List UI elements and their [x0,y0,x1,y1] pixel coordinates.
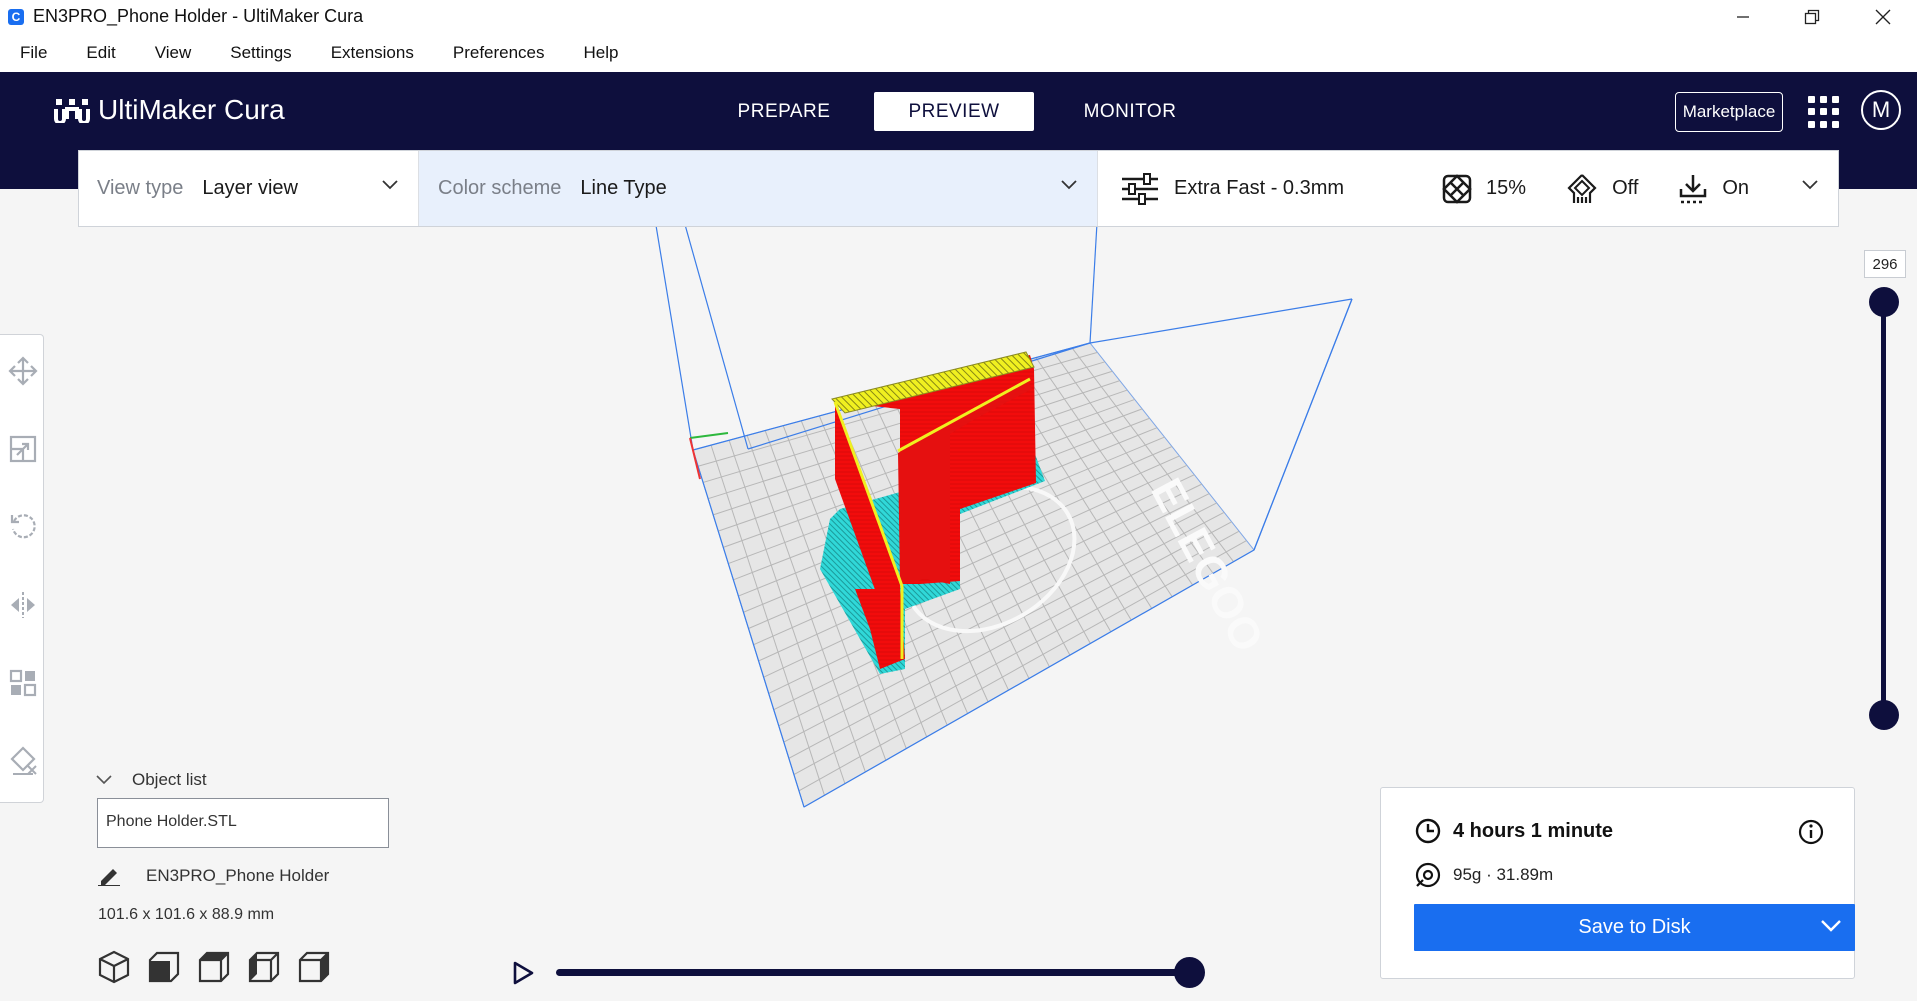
object-list-toggle[interactable]: Object list [96,770,207,790]
spool-icon [1415,862,1441,888]
ultimaker-logo-icon [54,99,90,123]
menu-preferences[interactable]: Preferences [453,43,545,63]
infill-icon [1442,173,1472,204]
menu-file[interactable]: File [20,43,47,63]
color-scheme-value: Line Type [580,177,667,199]
profile-value: Extra Fast - 0.3mm [1174,177,1345,199]
adhesion-icon [1680,174,1707,203]
chevron-down-icon [1061,180,1077,190]
print-settings-selector[interactable]: Extra Fast - 0.3mm 15% Off On [1098,151,1838,226]
window-title: EN3PRO_Phone Holder - UltiMaker Cura [33,6,364,26]
scale-icon[interactable] [8,434,38,464]
view-type-value: Layer view [202,177,298,199]
view-toolbar: View type Layer view Color scheme Line T… [78,150,1839,227]
clock-icon [1415,818,1441,844]
material-usage-row: 95g · 31.89m [1415,862,1553,888]
material-usage: 95g · 31.89m [1453,865,1554,884]
object-list-item[interactable]: Phone Holder.STL [97,798,389,848]
adhesion-value: On [1722,177,1750,199]
menu-help[interactable]: Help [584,43,619,63]
layer-slider-bottom-handle[interactable] [1869,700,1899,730]
job-name-row[interactable]: EN3PRO_Phone Holder [98,866,329,886]
simulation-slider-track[interactable] [556,969,1188,976]
layer-slider-top-handle[interactable] [1869,287,1899,317]
minimize-button[interactable] [1709,0,1777,33]
tab-monitor[interactable]: MONITOR [1050,92,1210,131]
mirror-icon[interactable] [8,590,38,620]
print-time: 4 hours 1 minute [1453,819,1614,842]
cura-app-icon: C [8,8,24,25]
tab-prepare[interactable]: PREPARE [704,92,864,131]
support-blocker-icon[interactable] [8,746,38,776]
account-avatar[interactable]: M [1861,90,1901,130]
play-icon[interactable] [510,960,536,986]
marketplace-button[interactable]: Marketplace [1675,92,1783,132]
menu-settings[interactable]: Settings [230,43,291,63]
tab-preview[interactable]: PREVIEW [874,92,1034,131]
chevron-down-icon [96,775,112,785]
per-model-settings-icon[interactable] [8,668,38,698]
apps-grid-icon[interactable] [1808,96,1840,128]
save-to-disk-button[interactable]: Save to Disk [1414,904,1855,951]
chevron-down-icon [1802,180,1818,190]
pencil-icon [98,869,120,886]
color-scheme-dropdown[interactable]: Color scheme Line Type [419,151,1098,226]
right-view-icon[interactable] [298,950,330,984]
3d-view-icon[interactable] [98,950,130,984]
layer-slider-track[interactable] [1881,304,1886,714]
menu-bar: File Edit View Settings Extensions Prefe… [0,33,1917,72]
minimize-icon [1737,15,1749,18]
view-type-dropdown[interactable]: View type Layer view [79,151,419,226]
simulation-slider-handle[interactable] [1174,957,1205,988]
chevron-down-icon [382,180,398,190]
top-view-icon[interactable] [198,950,230,984]
print-info-panel: 4 hours 1 minute 95g · 31.89m Save to Di… [1380,787,1855,979]
y-axis-marker [689,432,729,439]
restore-button[interactable] [1778,0,1846,33]
color-scheme-label: Color scheme [438,177,562,199]
menu-view[interactable]: View [155,43,192,63]
infill-value: 15% [1486,177,1527,199]
rotate-icon[interactable] [8,511,38,541]
support-value: Off [1612,177,1639,199]
tool-panel [0,334,44,803]
left-view-icon[interactable] [248,950,280,984]
title-bar: C EN3PRO_Phone Holder - UltiMaker Cura [0,0,1917,33]
logo-text: UltiMaker Cura [98,94,285,125]
job-name: EN3PRO_Phone Holder [146,866,330,885]
profile-item: Extra Fast - 0.3mm [1120,172,1345,205]
infill-item: 15% [1442,173,1527,204]
ultimaker-logo: UltiMaker Cura [54,94,285,126]
menu-edit[interactable]: Edit [86,43,115,63]
restore-icon [1804,9,1820,24]
support-icon [1567,173,1597,203]
chevron-down-icon[interactable] [1821,919,1841,933]
model-dimensions: 101.6 x 101.6 x 88.9 mm [98,906,275,923]
sliders-icon [1122,172,1158,205]
move-icon[interactable] [8,356,38,386]
support-item: Off [1566,173,1638,205]
close-icon [1875,9,1891,24]
view-type-label: View type [97,177,184,199]
camera-view-buttons [98,950,330,984]
info-icon[interactable] [1798,819,1824,845]
front-view-icon[interactable] [148,950,180,984]
object-list-label: Object list [132,770,207,789]
save-button-label: Save to Disk [1578,916,1691,938]
close-button[interactable] [1849,0,1917,33]
layer-number-input[interactable]: 296 [1864,250,1906,278]
adhesion-item: On [1678,173,1749,205]
menu-extensions[interactable]: Extensions [331,43,414,63]
print-time-row: 4 hours 1 minute [1415,818,1613,844]
